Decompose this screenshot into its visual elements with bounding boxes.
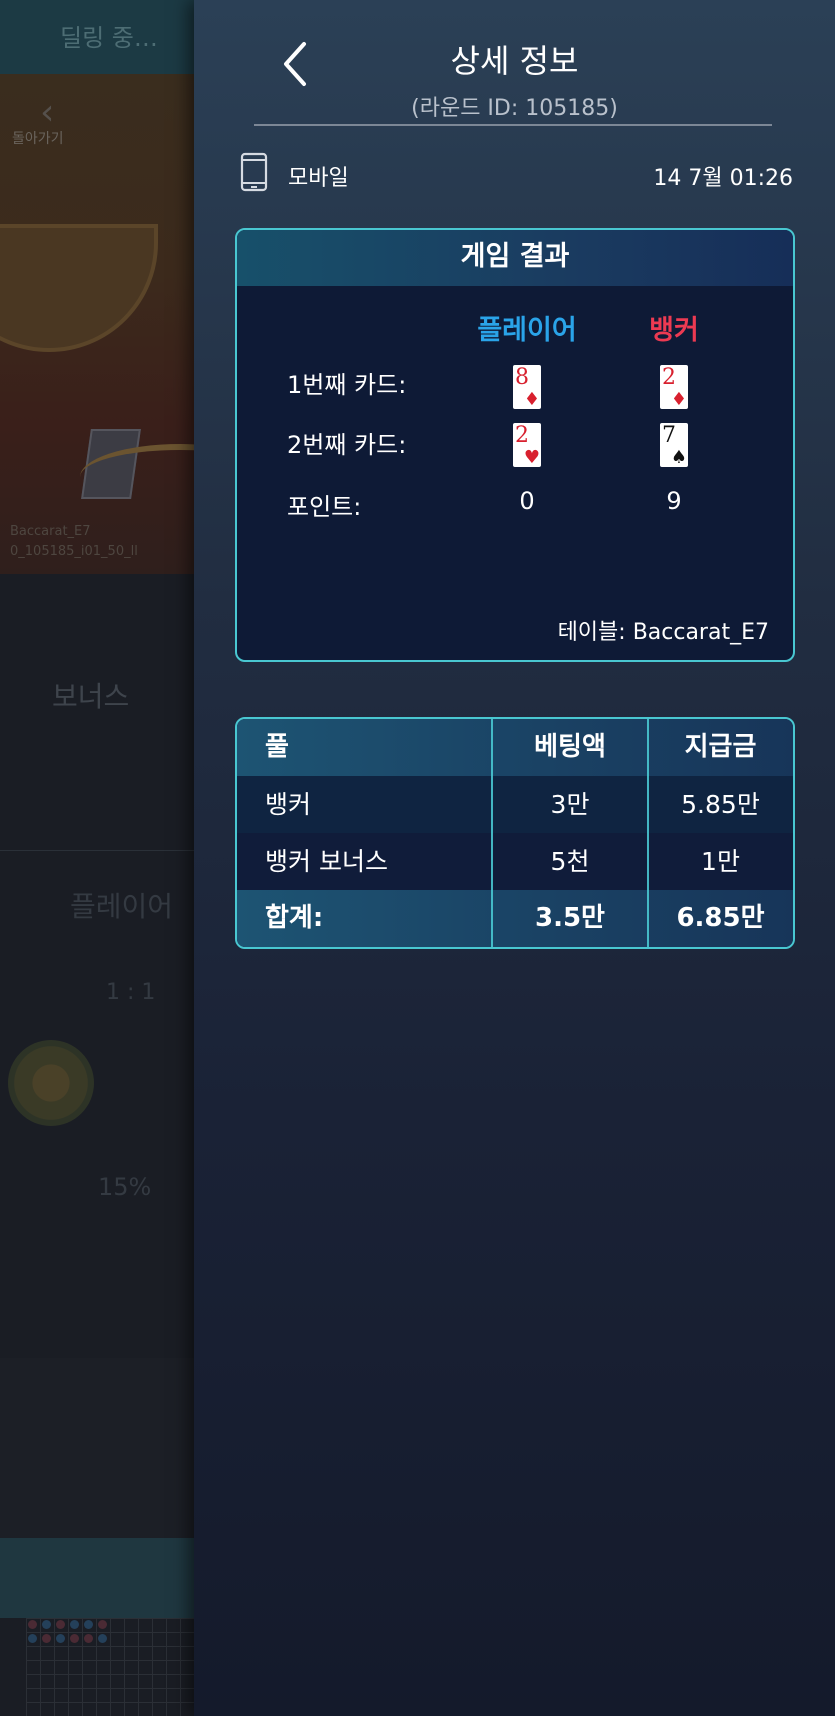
table-row: 뱅커 보너스 5천 1만 bbox=[237, 833, 793, 890]
banker-column-header: 뱅커 bbox=[649, 315, 699, 346]
game-result-card: 게임 결과 플레이어 뱅커 1번째 카드: 2번째 카드: 포인트: 8 ♦ 2… bbox=[235, 228, 795, 662]
diamond-suit-icon: ♦ bbox=[523, 389, 540, 410]
table-row: 뱅커 3만 5.85만 bbox=[237, 776, 793, 833]
background-lower-area bbox=[0, 1358, 194, 1538]
spade-suit-icon: ♠ bbox=[670, 447, 687, 468]
detail-panel: 상세 정보 (라운드 ID: 105185) 모바일 14 7월 01:26 게… bbox=[194, 0, 835, 1716]
background-bonus-label: 보너스 bbox=[52, 680, 130, 713]
background-status-bar: 딜링 중… bbox=[0, 0, 194, 74]
payout-amount: 5.85만 bbox=[681, 790, 760, 819]
banker-points: 9 bbox=[666, 487, 682, 515]
total-label: 합계: bbox=[265, 903, 324, 933]
banker-card-1: 2 ♦ bbox=[660, 365, 688, 409]
background-table-name: Baccarat_E7 bbox=[10, 524, 91, 539]
header-divider bbox=[254, 124, 772, 126]
player-card-1: 8 ♦ bbox=[513, 365, 541, 409]
player-column-header: 플레이어 bbox=[477, 315, 577, 346]
bets-table-header: 풀 베팅액 지급금 bbox=[237, 719, 793, 776]
background-table-code: Baccarat_E7 0_105185_i01_50_ll bbox=[10, 522, 138, 562]
column-divider bbox=[647, 719, 649, 947]
card-rank: 7 bbox=[662, 423, 676, 448]
banker-card-2: 7 ♠ bbox=[660, 423, 688, 467]
card-rank: 2 bbox=[515, 423, 529, 448]
phone-icon bbox=[240, 152, 268, 192]
background-video bbox=[0, 74, 194, 574]
background-game: 딜링 중… ‹ 돌아가기 Baccarat_E7 0_105185_i01_50… bbox=[0, 0, 194, 1716]
bead-road-grid bbox=[26, 1618, 194, 1716]
total-row: 합계: 3.5만 6.85만 bbox=[237, 890, 793, 947]
background-percent: 15% bbox=[98, 1173, 152, 1201]
dealing-status: 딜링 중… bbox=[60, 24, 158, 52]
header-bet-amount: 베팅액 bbox=[534, 732, 606, 762]
round-datetime: 14 7월 01:26 bbox=[653, 166, 793, 191]
total-payout: 6.85만 bbox=[676, 903, 765, 933]
background-table-shape bbox=[0, 224, 158, 352]
pool-name: 뱅커 보너스 bbox=[265, 847, 388, 876]
background-back-label: 돌아가기 bbox=[12, 131, 64, 147]
pool-name: 뱅커 bbox=[265, 790, 312, 819]
card-rank: 8 bbox=[515, 365, 529, 390]
header-pool: 풀 bbox=[265, 732, 289, 762]
player-points: 0 bbox=[519, 487, 535, 515]
device-label: 모바일 bbox=[288, 166, 349, 191]
page-title: 상세 정보 bbox=[450, 42, 579, 80]
game-result-title: 게임 결과 bbox=[237, 230, 793, 286]
background-back-icon: ‹ bbox=[40, 92, 55, 133]
total-bet: 3.5만 bbox=[535, 903, 605, 933]
card2-label: 2번째 카드: bbox=[287, 431, 407, 459]
table-name: 테이블: Baccarat_E7 bbox=[557, 620, 769, 645]
background-round-code: 0_105185_i01_50_ll bbox=[10, 544, 138, 559]
diamond-suit-icon: ♦ bbox=[670, 389, 687, 410]
bet-amount: 3만 bbox=[550, 790, 590, 819]
background-divider bbox=[0, 850, 194, 851]
chip-stack-icon bbox=[8, 1040, 94, 1126]
column-divider bbox=[491, 719, 493, 947]
payout-amount: 1만 bbox=[701, 847, 740, 876]
background-ratio: 1 : 1 bbox=[106, 980, 156, 1005]
player-card-2: 2 ♥ bbox=[513, 423, 541, 467]
card1-label: 1번째 카드: bbox=[287, 371, 407, 399]
background-player-label: 플레이어 bbox=[70, 890, 174, 923]
round-id: (라운드 ID: 105185) bbox=[411, 96, 618, 121]
bets-table: 풀 베팅액 지급금 뱅커 3만 5.85만 뱅커 보너스 5천 1만 합계: 3… bbox=[235, 717, 795, 949]
card-rank: 2 bbox=[662, 365, 676, 390]
points-label: 포인트: bbox=[287, 493, 362, 521]
bet-amount: 5천 bbox=[550, 847, 590, 876]
background-strip bbox=[0, 1538, 194, 1618]
header-payout: 지급금 bbox=[684, 732, 757, 762]
heart-suit-icon: ♥ bbox=[523, 447, 540, 468]
